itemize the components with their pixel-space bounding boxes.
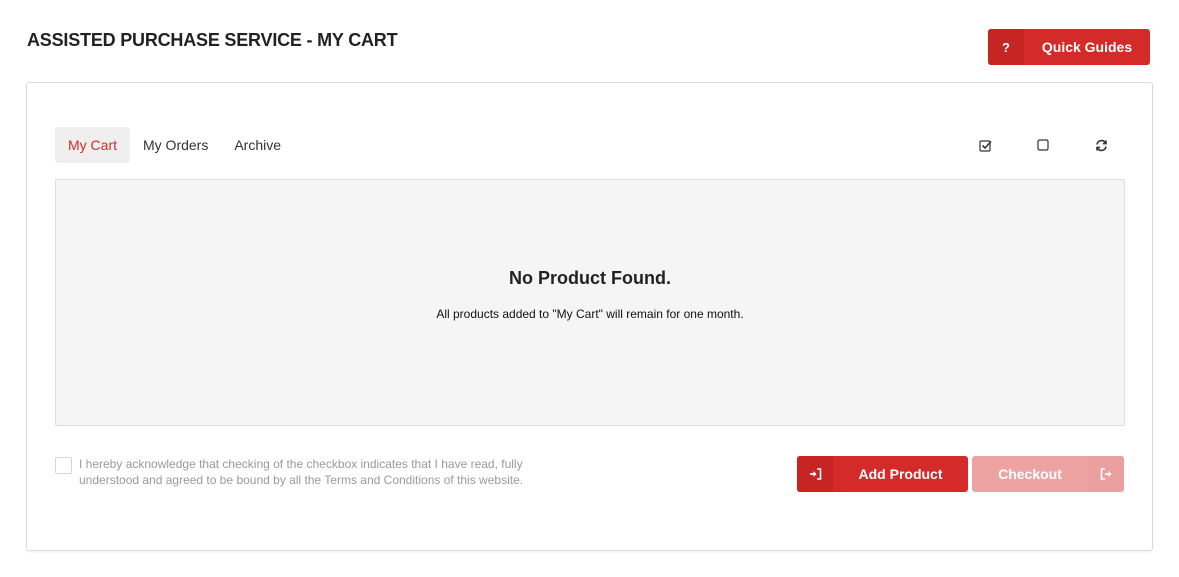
question-icon: ? [988, 29, 1024, 65]
tab-bar: My Cart My Orders Archive [55, 127, 294, 163]
terms-acknowledgement: I hereby acknowledge that checking of th… [55, 456, 549, 488]
cart-toolbar [956, 135, 1130, 155]
quick-guides-label: Quick Guides [1041, 39, 1133, 55]
terms-checkbox[interactable] [55, 457, 72, 474]
page-title: ASSISTED PURCHASE SERVICE - MY CART [27, 30, 398, 50]
cart-empty-state: No Product Found. All products added to … [55, 179, 1125, 426]
sign-out-icon [1088, 456, 1124, 492]
quick-guides-button[interactable]: ? Quick Guides [988, 29, 1150, 65]
checkout-label: Checkout [998, 466, 1062, 482]
uncheck-all-icon[interactable] [1014, 135, 1072, 155]
checkout-button[interactable]: Checkout [972, 456, 1124, 492]
tab-my-cart[interactable]: My Cart [55, 127, 130, 163]
cart-panel: My Cart My Orders Archive No Product Fou… [26, 82, 1153, 551]
refresh-icon[interactable] [1072, 135, 1130, 155]
tab-my-orders[interactable]: My Orders [130, 127, 221, 163]
sign-in-icon [797, 456, 833, 492]
tab-archive[interactable]: Archive [221, 127, 294, 163]
add-product-button[interactable]: Add Product [797, 456, 968, 492]
empty-title: No Product Found. [509, 268, 671, 288]
add-product-label: Add Product [858, 466, 943, 482]
empty-message: All products added to "My Cart" will rem… [436, 307, 744, 321]
check-all-icon[interactable] [956, 135, 1014, 155]
terms-text: I hereby acknowledge that checking of th… [79, 457, 524, 487]
